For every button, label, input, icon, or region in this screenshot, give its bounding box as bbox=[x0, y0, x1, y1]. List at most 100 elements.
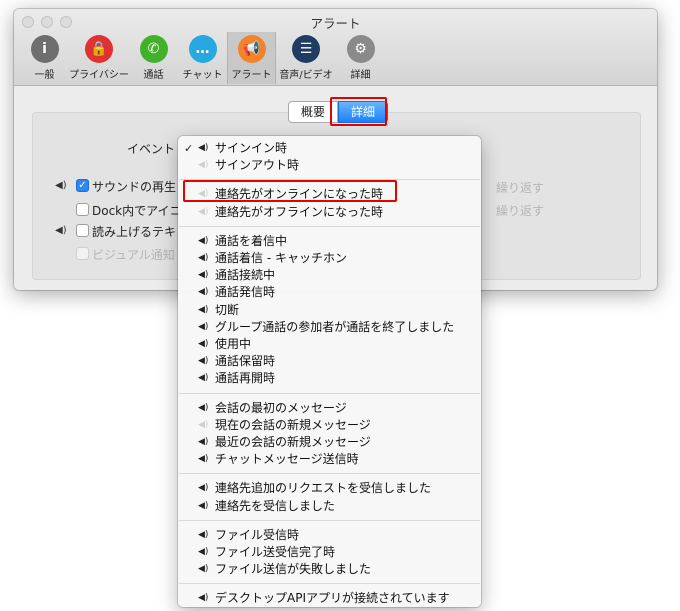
event-menu-item[interactable]: ◀) 会話の最初のメッセージ bbox=[178, 400, 481, 417]
event-menu-item-label: 通話接続中 bbox=[215, 268, 276, 283]
speaker-icon: ◀) bbox=[198, 304, 209, 315]
event-menu-item[interactable]: ◀) ファイル送信が失敗しました bbox=[178, 561, 481, 578]
event-menu-item[interactable]: ◀) 通話再開時 bbox=[178, 370, 481, 387]
event-menu-item[interactable]: ◀) ファイル受信時 bbox=[178, 527, 481, 544]
event-menu-item[interactable]: ◀) グループ通話の参加者が通話を終了しました bbox=[178, 319, 481, 336]
event-menu-item-label: グループ通話の参加者が通話を終了しました bbox=[215, 319, 455, 334]
title-bar: アラート i 一般 🔒 プライバシー ✆ 通話… チャット 📢 アラート ☰ 音声/ビデオ ⚙ 詳細 bbox=[14, 9, 657, 86]
speaker-icon: ◀) bbox=[198, 437, 209, 447]
event-menu-item-label: 通話着信 - キャッチホン bbox=[215, 251, 347, 265]
chat-bubble-icon: … bbox=[188, 35, 217, 63]
tab-chat[interactable]: … チャット bbox=[178, 32, 227, 84]
preferences-toolbar: i 一般 🔒 プライバシー ✆ 通話… チャット 📢 アラート ☰ 音声/ビデオ ⚙ 詳細 bbox=[20, 32, 385, 84]
event-dropdown-menu: ✓ ◀) サインイン時 ◀) サインアウト時 ◀) 連絡先がオンラインになった時 ◀) 連絡先が… bbox=[178, 136, 481, 607]
tab-advanced[interactable]: ⚙ 詳細 bbox=[336, 32, 385, 84]
details-highlight-box bbox=[330, 97, 387, 126]
lock-icon: 🔒 bbox=[85, 35, 113, 63]
speaker-icon: ◀) bbox=[198, 235, 209, 246]
event-menu-item-label: ファイル送信が失敗しました bbox=[215, 562, 372, 577]
menu-separator bbox=[179, 392, 480, 394]
speaker-icon: ◀) bbox=[198, 529, 209, 540]
speaker-icon: ◀) bbox=[198, 454, 209, 465]
event-menu-item-label: チャットメッセージ送信時 bbox=[215, 452, 359, 467]
event-menu-item[interactable]: ◀) 通話保留時 bbox=[178, 353, 481, 370]
event-menu-item-label: 使用中 bbox=[215, 337, 252, 351]
online-item-highlight-box bbox=[183, 180, 397, 202]
speaker-icon: ◀) bbox=[198, 160, 209, 171]
event-menu-item[interactable]: ◀) 通話着信 - キャッチホン bbox=[178, 250, 481, 267]
sound-speaker-icon: ◀) bbox=[55, 180, 67, 191]
event-menu-item[interactable]: ◀) 使用中 bbox=[178, 336, 481, 353]
speaker-icon: ◀) bbox=[198, 253, 209, 263]
tab-audio-video[interactable]: ☰ 音声/ビデオ bbox=[276, 32, 336, 84]
event-menu-item[interactable]: ◀) 現在の会話の新規メッセージ bbox=[178, 417, 481, 434]
speaker-icon: ◀) bbox=[198, 500, 209, 511]
event-menu-item[interactable]: ◀) 切断 bbox=[178, 302, 481, 319]
speaker-icon: ◀) bbox=[198, 321, 209, 332]
event-menu-item-label: 通話保留時 bbox=[215, 354, 276, 369]
speaker-icon: ◀) bbox=[198, 402, 209, 413]
speaker-icon: ◀) bbox=[198, 483, 209, 494]
event-menu-item[interactable]: ◀) サインアウト時 bbox=[178, 157, 481, 174]
play-sound-checkbox[interactable]: ✓ bbox=[76, 179, 89, 192]
speaker-icon: ◀) bbox=[198, 339, 209, 349]
speaker-icon: ◀) bbox=[198, 287, 209, 298]
megaphone-icon: 📢 bbox=[237, 35, 266, 63]
speaker-icon: ◀) bbox=[198, 373, 209, 384]
speaker-icon: ◀) bbox=[198, 564, 209, 575]
repeat-sound-label: 繰り返す bbox=[496, 181, 545, 195]
read-aloud-label: 読み上げるテキ bbox=[92, 225, 177, 239]
event-menu-item-label: 通話発信時 bbox=[215, 285, 276, 300]
event-menu-item-label: 通話を着信中 bbox=[215, 233, 288, 248]
event-menu-item-label: デスクトップAPIアプリが接続されています bbox=[215, 591, 450, 606]
menu-separator bbox=[179, 583, 480, 585]
speaker-icon: ◀) bbox=[198, 143, 209, 153]
event-menu-item-label: 連絡先追加のリクエストを受信しました bbox=[215, 481, 432, 496]
event-menu-item[interactable]: ◀) 通話を着信中 bbox=[178, 233, 481, 250]
speaker-icon: ◀) bbox=[198, 356, 209, 367]
event-menu-item[interactable]: ◀) 通話接続中 bbox=[178, 267, 481, 284]
event-menu-item[interactable]: ◀) 通話発信時 bbox=[178, 284, 481, 301]
menu-separator bbox=[179, 519, 480, 521]
event-menu-item-label: サインアウト時 bbox=[215, 158, 300, 173]
event-menu-item-label: 連絡先を受信しました bbox=[215, 498, 336, 513]
event-menu-item[interactable]: ◀) 最近の会話の新規メッセージ bbox=[178, 434, 481, 451]
dock-bounce-label: Dock内でアイコ bbox=[92, 204, 182, 218]
read-aloud-checkbox[interactable] bbox=[76, 224, 89, 237]
event-menu-item-label: 最近の会話の新規メッセージ bbox=[215, 435, 371, 449]
dock-bounce-checkbox[interactable] bbox=[76, 203, 89, 216]
tab-general[interactable]: i 一般 bbox=[20, 32, 69, 84]
event-menu-item[interactable]: ◀) 連絡先がオフラインになった時 bbox=[178, 204, 481, 221]
tab-alerts[interactable]: 📢 アラート bbox=[227, 32, 276, 84]
event-menu-item-label: 連絡先がオフラインになった時 bbox=[215, 204, 384, 219]
event-menu-item-label: 現在の会話の新規メッセージ bbox=[215, 417, 371, 432]
event-menu-item-label: 会話の最初のメッセージ bbox=[215, 400, 347, 415]
event-menu-item[interactable]: ◀) デスクトップAPIアプリが接続されています bbox=[178, 590, 481, 607]
tab-privacy[interactable]: 🔒 プライバシー bbox=[69, 32, 129, 84]
event-menu-item-label: サインイン時 bbox=[215, 141, 288, 155]
visual-notification-label: ビジュアル通知 bbox=[92, 248, 175, 262]
event-menu-item-label: 切断 bbox=[215, 302, 240, 317]
repeat-bounce-label: 繰り返す bbox=[496, 204, 545, 218]
tab-calls[interactable]: ✆ 通話 bbox=[129, 32, 178, 84]
event-menu-item[interactable]: ◀) ファイル送受信完了時 bbox=[178, 544, 481, 561]
equalizer-icon: ☰ bbox=[292, 35, 320, 63]
speaker-icon: ◀) bbox=[198, 547, 209, 557]
menu-separator bbox=[179, 473, 480, 475]
speaker-icon: ◀) bbox=[198, 270, 209, 281]
event-menu-item-label: 通話再開時 bbox=[215, 371, 276, 386]
read-aloud-speaker-icon: ◀) bbox=[55, 225, 67, 236]
event-menu-item[interactable]: ◀) チャットメッセージ送信時 bbox=[178, 451, 481, 468]
menu-separator bbox=[179, 225, 480, 227]
event-menu-item[interactable]: ◀) 連絡先を受信しました bbox=[178, 498, 481, 515]
visual-notification-checkbox[interactable] bbox=[76, 247, 89, 260]
speaker-icon: ◀) bbox=[198, 206, 209, 217]
phone-icon: ✆ bbox=[139, 35, 168, 63]
info-icon: i bbox=[30, 35, 59, 63]
checkmark-icon: ✓ bbox=[184, 142, 194, 155]
event-menu-item[interactable]: ✓ ◀) サインイン時 bbox=[178, 140, 481, 157]
event-menu-item[interactable]: ◀) 連絡先追加のリクエストを受信しました bbox=[178, 480, 481, 497]
speaker-icon: ◀) bbox=[198, 419, 209, 430]
window-title: アラート bbox=[310, 16, 361, 31]
tab-advanced-label: 詳細 bbox=[350, 70, 371, 81]
